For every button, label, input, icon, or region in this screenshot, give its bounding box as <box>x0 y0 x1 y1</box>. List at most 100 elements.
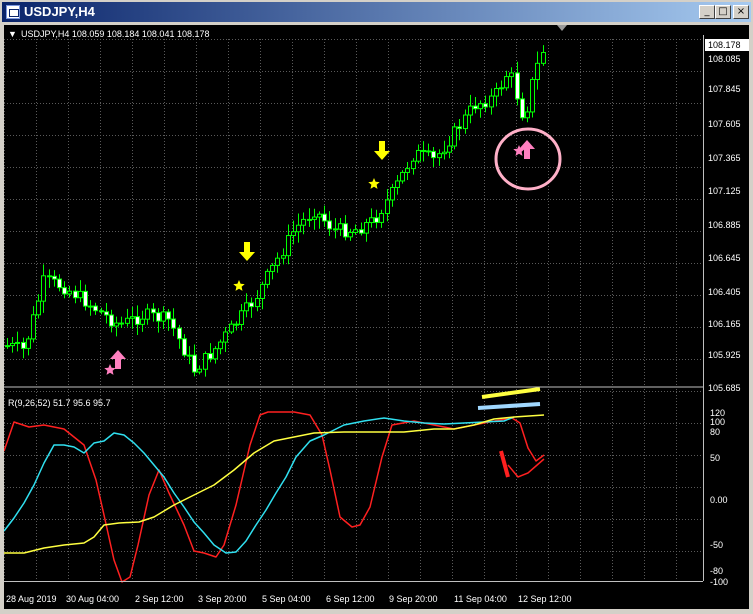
price-label: 107.845 <box>708 84 741 94</box>
candle-body <box>478 103 483 110</box>
candle-body <box>15 341 20 344</box>
candle-body <box>208 353 213 360</box>
candle-body <box>213 348 218 360</box>
chart-canvas[interactable]: ▼ USDJPY,H4 108.059 108.184 108.041 108.… <box>3 25 749 609</box>
candle-body <box>119 322 124 325</box>
candle-body <box>239 310 244 325</box>
candle-body <box>161 311 166 322</box>
candle-body <box>333 228 338 231</box>
time-label: 2 Sep 12:00 <box>135 594 184 604</box>
chart-header: USDJPY,H4 108.059 108.184 108.041 108.17… <box>21 29 210 39</box>
candle-body <box>57 278 62 289</box>
candle-body <box>130 316 135 319</box>
indicator-level-label: -80 <box>710 566 723 576</box>
candlesticks <box>5 45 546 377</box>
indicator-level-label: 50 <box>710 453 720 463</box>
candle-body <box>307 218 312 221</box>
candle-body <box>504 76 509 89</box>
maximize-button[interactable]: □ <box>715 5 731 19</box>
candle-body <box>338 223 343 230</box>
time-label: 30 Aug 04:00 <box>66 594 119 604</box>
symbol-menu-arrow-icon[interactable]: ▼ <box>8 29 17 39</box>
chart-area[interactable]: ▼ USDJPY,H4 108.059 108.184 108.041 108.… <box>3 25 749 609</box>
candle-body <box>489 95 494 108</box>
indicator-level-bar <box>481 387 541 399</box>
candle-body <box>483 103 488 108</box>
candle-body <box>78 290 83 299</box>
mt4-chart-window: USDJPY,H4 _ □ × ▼ USDJPY,H4 108.059 108.… <box>0 0 753 612</box>
chart-shift-marker-icon[interactable] <box>557 25 567 31</box>
candle-body <box>509 72 514 78</box>
title-bar[interactable]: USDJPY,H4 _ □ × <box>2 2 751 22</box>
candle-body <box>327 220 332 230</box>
candle-body <box>291 231 296 237</box>
candle-body <box>296 224 301 233</box>
price-label: 106.165 <box>708 319 741 329</box>
candle-body <box>473 105 478 110</box>
candle-body <box>255 297 260 308</box>
indicator-axis: 120 100 80 50 0.00 -50 -80 -100 <box>710 408 728 587</box>
candle-body <box>192 354 197 373</box>
window-title: USDJPY,H4 <box>24 4 95 19</box>
price-label: 107.125 <box>708 186 741 196</box>
candle-body <box>322 213 327 222</box>
price-label: 108.085 <box>708 54 741 64</box>
indicator-grid <box>4 389 703 581</box>
time-label: 11 Sep 04:00 <box>454 594 507 604</box>
candle-body <box>52 275 57 280</box>
price-axis: 108.085 107.845 107.605 107.365 107.125 … <box>708 54 741 393</box>
candle-body <box>93 305 98 312</box>
candle-body <box>494 87 499 97</box>
close-button[interactable]: × <box>733 5 749 19</box>
candle-body <box>104 311 109 316</box>
star-icon <box>104 364 116 375</box>
candle-body <box>234 323 239 326</box>
indicator-line-yellow <box>4 414 545 554</box>
indicator-line-cyan <box>3 416 515 554</box>
star-icon <box>368 178 380 189</box>
candle-body <box>400 171 405 182</box>
candle-body <box>265 270 270 285</box>
time-label: 6 Sep 12:00 <box>326 594 375 604</box>
candle-body <box>359 229 364 234</box>
candle-body <box>281 255 286 259</box>
indicator-level-label: -100 <box>710 577 728 587</box>
price-label: 107.605 <box>708 119 741 129</box>
price-label: 106.405 <box>708 287 741 297</box>
indicator-lines <box>3 387 545 583</box>
candle-body <box>390 186 395 201</box>
chart-window-icon <box>6 5 20 19</box>
candle-body <box>535 62 540 81</box>
candle-body <box>374 217 379 223</box>
time-label: 3 Sep 20:00 <box>198 594 247 604</box>
indicator-level-label: 0.00 <box>710 495 728 505</box>
candle-body <box>177 327 182 340</box>
price-grid <box>4 39 703 387</box>
candle-body <box>369 217 374 224</box>
candle-body <box>140 318 145 325</box>
candle-body <box>447 145 452 153</box>
indicator-line-red-tail <box>507 458 545 478</box>
candle-body <box>47 275 52 278</box>
time-label: 9 Sep 20:00 <box>389 594 438 604</box>
time-label: 12 Sep 12:00 <box>518 594 572 604</box>
candle-body <box>499 87 504 90</box>
indicator-level-label: 100 <box>710 417 725 427</box>
candle-body <box>317 213 322 218</box>
candle-body <box>151 308 156 314</box>
candle-body <box>452 126 457 147</box>
candle-body <box>114 322 119 327</box>
candle-body <box>31 314 36 340</box>
candle-body <box>182 338 187 356</box>
indicator-header: R(9,26,52) 51.7 95.6 95.7 <box>8 398 111 408</box>
candle-body <box>145 308 150 320</box>
price-label: 105.925 <box>708 350 741 360</box>
candle-body <box>73 290 78 299</box>
candle-body <box>166 311 171 320</box>
minimize-button[interactable]: _ <box>699 5 715 19</box>
candle-body <box>88 305 93 308</box>
candle-body <box>156 312 161 322</box>
candle-body <box>395 180 400 188</box>
price-label: 107.365 <box>708 153 741 163</box>
candle-body <box>431 150 436 159</box>
